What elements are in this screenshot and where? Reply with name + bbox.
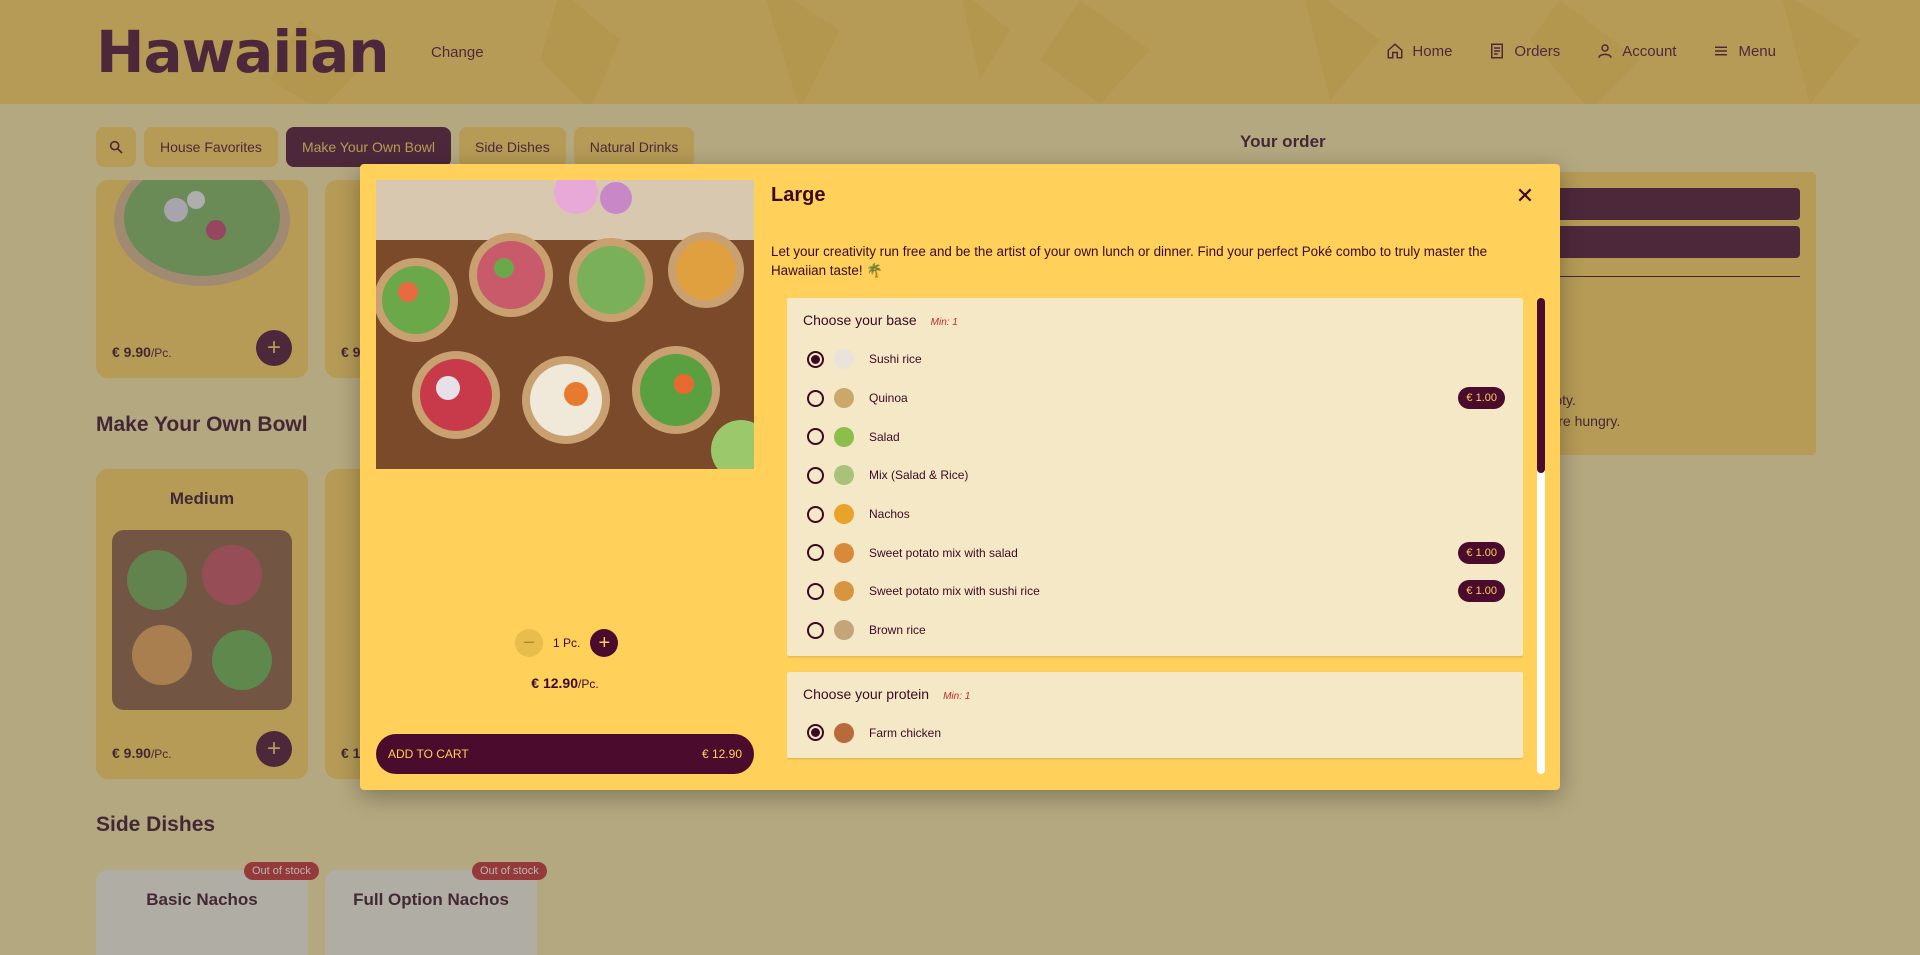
cart-total: € 12.90 bbox=[701, 747, 742, 761]
option-name: Brown rice bbox=[869, 623, 926, 638]
add-to-cart-button[interactable]: ADD TO CART € 12.90 bbox=[376, 734, 754, 774]
option-thumbnail bbox=[834, 620, 854, 641]
radio-button[interactable] bbox=[807, 724, 824, 742]
option-thumbnail bbox=[834, 426, 854, 447]
option-row[interactable]: Quinoa € 1.00 bbox=[803, 379, 1507, 418]
option-row[interactable]: Sweet potato mix with sushi rice € 1.00 bbox=[803, 572, 1507, 611]
group-min: Min: 1 bbox=[930, 317, 958, 328]
option-thumbnail bbox=[834, 581, 854, 602]
option-name: Farm chicken bbox=[869, 725, 942, 740]
option-thumbnail bbox=[834, 504, 854, 525]
option-thumbnail bbox=[834, 542, 854, 563]
option-row[interactable]: Nachos bbox=[803, 495, 1507, 534]
option-name: Salad bbox=[869, 429, 900, 444]
option-price-badge: € 1.00 bbox=[1458, 541, 1505, 564]
quantity-value: 1 Pc. bbox=[553, 636, 581, 650]
option-group-base: Choose your base Min: 1 Sushi rice Quinoa… bbox=[787, 298, 1523, 656]
unit-price: € 12.90/Pc. bbox=[531, 675, 599, 691]
group-name: Choose your base bbox=[803, 312, 917, 328]
option-name: Sweet potato mix with salad bbox=[869, 545, 1018, 560]
product-image bbox=[376, 180, 754, 469]
radio-button[interactable] bbox=[807, 389, 824, 407]
modal-description: Let your creativity run free and be the … bbox=[771, 244, 1488, 278]
option-thumbnail bbox=[834, 465, 854, 486]
decrease-quantity-button[interactable]: − bbox=[515, 629, 543, 657]
option-price-badge: € 1.00 bbox=[1458, 580, 1505, 603]
option-name: Sushi rice bbox=[869, 352, 922, 367]
option-thumbnail bbox=[834, 388, 854, 409]
modal-title: Large bbox=[771, 184, 826, 206]
option-name: Mix (Salad & Rice) bbox=[869, 468, 969, 483]
scrollbar-thumb[interactable] bbox=[1537, 298, 1545, 473]
option-name: Nachos bbox=[869, 507, 910, 522]
option-row[interactable]: Salad bbox=[803, 417, 1507, 456]
option-row[interactable]: Brown rice bbox=[803, 611, 1507, 650]
add-to-cart-label: ADD TO CART bbox=[388, 747, 469, 761]
option-row[interactable]: Sweet potato mix with salad € 1.00 bbox=[803, 533, 1507, 572]
option-price-badge: € 1.00 bbox=[1458, 387, 1505, 410]
option-row[interactable]: Mix (Salad & Rice) bbox=[803, 456, 1507, 495]
product-modal: − 1 Pc. + € 12.90/Pc. ADD TO CART € 12.9… bbox=[360, 164, 1560, 790]
option-name: Quinoa bbox=[869, 391, 908, 406]
scrollbar[interactable] bbox=[1537, 298, 1545, 774]
quantity-stepper: − 1 Pc. + bbox=[515, 629, 619, 657]
options-scroll-area[interactable]: Choose your base Min: 1 Sushi rice Quinoa… bbox=[787, 298, 1523, 774]
group-name: Choose your protein bbox=[803, 685, 930, 702]
option-group-protein: Choose your protein Min: 1 Farm chicken bbox=[787, 671, 1523, 759]
option-name: Sweet potato mix with sushi rice bbox=[869, 584, 1040, 599]
increase-quantity-button[interactable]: + bbox=[590, 629, 619, 657]
radio-button[interactable] bbox=[807, 428, 824, 446]
group-min: Min: 1 bbox=[943, 690, 971, 702]
radio-button[interactable] bbox=[807, 350, 824, 368]
close-icon[interactable]: ✕ bbox=[1513, 183, 1537, 208]
option-row[interactable]: Sushi rice bbox=[803, 340, 1507, 379]
radio-button[interactable] bbox=[807, 505, 824, 523]
option-thumbnail bbox=[834, 722, 854, 743]
radio-button[interactable] bbox=[807, 582, 824, 600]
radio-button[interactable] bbox=[807, 466, 824, 484]
option-thumbnail bbox=[834, 349, 854, 370]
radio-button[interactable] bbox=[807, 621, 824, 639]
radio-button[interactable] bbox=[807, 544, 824, 562]
option-row[interactable]: Farm chicken bbox=[803, 714, 1507, 753]
